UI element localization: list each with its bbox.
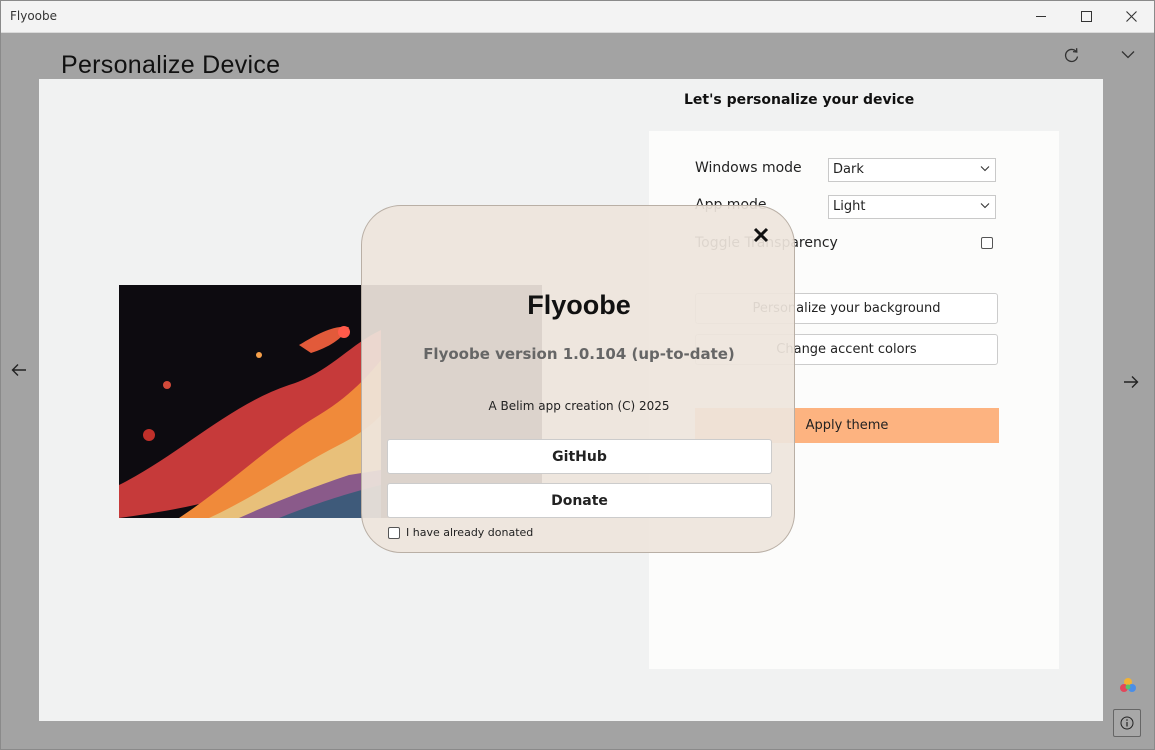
maximize-icon bbox=[1080, 11, 1092, 22]
close-window-button[interactable] bbox=[1108, 1, 1154, 32]
dialog-title: Flyoobe bbox=[527, 290, 631, 320]
close-icon bbox=[1125, 11, 1137, 22]
previous-page-button[interactable] bbox=[9, 360, 29, 380]
minimize-button[interactable] bbox=[1018, 1, 1064, 32]
chevron-down-icon bbox=[1121, 50, 1135, 58]
minimize-icon bbox=[1036, 16, 1046, 17]
credit-text: A Belim app creation (C) 2025 bbox=[488, 399, 670, 413]
donated-row: I have already donated bbox=[388, 526, 533, 539]
close-icon bbox=[753, 227, 769, 243]
about-dialog: Flyoobe Flyoobe version 1.0.104 (up-to-d… bbox=[361, 205, 795, 553]
donate-button[interactable]: Donate bbox=[387, 483, 772, 518]
chevron-down-icon bbox=[980, 203, 990, 209]
expand-menu-button[interactable] bbox=[1116, 42, 1140, 66]
info-icon bbox=[1120, 716, 1134, 730]
palette-icon bbox=[1120, 678, 1136, 692]
arrow-right-icon bbox=[1124, 376, 1139, 388]
page-title: Personalize Device bbox=[61, 51, 281, 79]
next-page-button[interactable] bbox=[1121, 372, 1141, 392]
refresh-button[interactable] bbox=[1059, 43, 1083, 67]
maximize-button[interactable] bbox=[1063, 1, 1109, 32]
windows-mode-label: Windows mode bbox=[695, 160, 802, 176]
dialog-close-button[interactable] bbox=[748, 222, 774, 248]
transparency-checkbox[interactable] bbox=[981, 237, 993, 249]
donated-checkbox[interactable] bbox=[388, 526, 400, 539]
app-mode-value: Light bbox=[833, 199, 866, 214]
arrow-left-icon bbox=[11, 364, 26, 376]
version-text: Flyoobe version 1.0.104 (up-to-date) bbox=[423, 345, 735, 363]
theme-palette-button[interactable] bbox=[1119, 677, 1137, 695]
chevron-down-icon bbox=[980, 166, 990, 172]
windows-mode-value: Dark bbox=[833, 162, 864, 177]
donated-label: I have already donated bbox=[406, 526, 534, 539]
app-window: Flyoobe Personalize Device Let's persona… bbox=[0, 0, 1155, 750]
github-button[interactable]: GitHub bbox=[387, 439, 772, 474]
panel-heading: Let's personalize your device bbox=[684, 92, 915, 108]
info-button[interactable] bbox=[1113, 709, 1141, 737]
windows-mode-select[interactable]: Dark bbox=[828, 158, 996, 182]
window-title: Flyoobe bbox=[10, 9, 58, 23]
app-mode-select[interactable]: Light bbox=[828, 195, 996, 219]
title-bar: Flyoobe bbox=[1, 1, 1154, 33]
refresh-icon bbox=[1064, 47, 1078, 62]
